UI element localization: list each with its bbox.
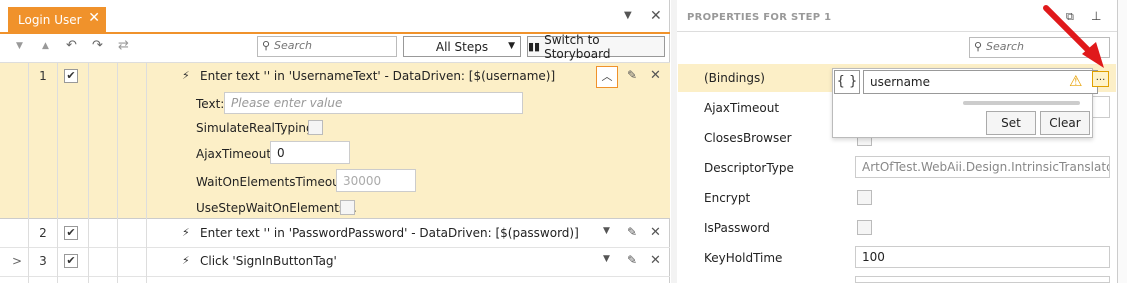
close-icon[interactable]: ✕ [88, 10, 100, 26]
chevron-down-icon: ▼ [508, 41, 515, 51]
tab-title: Login User [18, 12, 82, 27]
move-down-icon[interactable]: ▼ [16, 41, 23, 51]
edit-icon[interactable]: ✎ [627, 68, 637, 82]
delete-icon[interactable]: ✕ [650, 225, 661, 240]
wait-timeout-label: WaitOnElementsTimeout: [196, 175, 349, 189]
ajax-timeout-label: AjaxTimeout: [196, 147, 276, 161]
simulate-typing-label: SimulateRealTyping: [196, 121, 318, 135]
collapse-icon[interactable]: ︿ [596, 66, 618, 88]
ajax-timeout-value: 0 [277, 145, 285, 160]
step-row-2[interactable]: 2 ✔ ⚡ Enter text '' in 'PasswordPassword… [0, 219, 670, 247]
grid-line [88, 63, 89, 283]
ispassword-checkbox[interactable] [857, 220, 872, 235]
property-label-keyholdtime: KeyHoldTime [704, 251, 783, 265]
ajax-timeout-field[interactable]: 0 [270, 141, 350, 164]
set-button[interactable]: Set [986, 111, 1036, 135]
step-row-1[interactable]: 1 ✔ ⚡ Enter text '' in 'UsernameText' - … [0, 63, 670, 218]
property-label-encrypt: Encrypt [704, 191, 751, 205]
use-step-wait-label: UseStepWaitOnElements... [196, 201, 357, 215]
keyholdtime-value: 100 [862, 250, 885, 264]
descriptortype-value: ArtOfTest.WebAii.Design.IntrinsicTransla… [862, 160, 1109, 174]
grid-line [117, 63, 118, 283]
row-divider [0, 276, 670, 277]
step-number: 1 [39, 69, 47, 83]
step-enabled-checkbox[interactable]: ✔ [64, 254, 78, 268]
clear-button[interactable]: Clear [1040, 111, 1090, 135]
ellipsis-button[interactable]: ... [1092, 71, 1109, 87]
move-up-icon[interactable]: ▲ [42, 41, 49, 51]
action-icon: ⚡ [182, 69, 190, 82]
edit-icon[interactable]: ✎ [627, 253, 637, 267]
binding-value-field[interactable]: username [863, 70, 1098, 94]
use-step-wait-checkbox[interactable] [340, 200, 355, 215]
steps-search-input[interactable] [274, 39, 392, 52]
steps-filter-value: All Steps [435, 39, 489, 54]
action-icon: ⚡ [182, 254, 190, 267]
binding-popup: { } username Set Clear [832, 68, 1098, 138]
storyboard-label: Switch to Storyboard [544, 32, 611, 61]
delete-icon[interactable]: ✕ [650, 253, 661, 268]
edit-icon[interactable]: ✎ [627, 225, 637, 239]
step-number: 2 [39, 226, 47, 240]
property-label-ajaxtimeout: AjaxTimeout [704, 101, 780, 115]
simulate-typing-checkbox[interactable] [308, 120, 323, 135]
next-property-field[interactable] [855, 276, 1110, 283]
scrollbar[interactable] [963, 101, 1080, 105]
property-label-closesbrowser: ClosesBrowser [704, 131, 792, 145]
braces-icon[interactable]: { } [834, 70, 860, 94]
step-enabled-checkbox[interactable]: ✔ [64, 226, 78, 240]
steps-search-box[interactable]: ⚲ [257, 36, 397, 57]
current-step-icon: > [12, 254, 23, 268]
close-panel-icon[interactable]: ✕ [650, 8, 662, 24]
steps-filter-select[interactable]: All Steps ▼ [403, 36, 521, 57]
set-label: Set [1001, 116, 1021, 130]
expand-icon[interactable]: ▼ [603, 226, 610, 236]
redo-icon[interactable]: ↷ [92, 38, 103, 53]
step-number: 3 [39, 254, 47, 268]
encrypt-checkbox[interactable] [857, 190, 872, 205]
text-placeholder: Please enter value [231, 96, 343, 110]
tab-login-user[interactable]: Login User ✕ [8, 7, 106, 32]
property-label-descriptortype: DescriptorType [704, 161, 794, 175]
properties-title: PROPERTIES FOR STEP 1 [687, 12, 832, 23]
wait-timeout-value: 30000 [343, 173, 382, 188]
binding-value: username [870, 75, 930, 89]
clear-label: Clear [1049, 116, 1081, 130]
warning-icon: ⚠ [1069, 72, 1083, 90]
keyholdtime-field[interactable]: 100 [855, 246, 1110, 268]
expand-icon[interactable]: ▼ [603, 254, 610, 264]
dropdown-icon[interactable]: ▼ [624, 10, 632, 21]
undo-icon[interactable]: ↶ [66, 38, 77, 53]
step-row-3[interactable]: > 3 ✔ ⚡ Click 'SignInButtonTag' ▼ ✎ ✕ [0, 248, 670, 276]
text-field[interactable]: Please enter value [224, 92, 523, 114]
storyboard-icon: ▮▮ [528, 40, 541, 53]
property-label-bindings: (Bindings) [704, 71, 765, 85]
flow-icon[interactable]: ⇄ [118, 38, 129, 53]
delete-icon[interactable]: ✕ [650, 68, 661, 83]
red-arrow-icon [1043, 5, 1104, 68]
grid-line [28, 63, 29, 283]
ellipsis-label: ... [1095, 72, 1106, 83]
descriptortype-field[interactable]: ArtOfTest.WebAii.Design.IntrinsicTransla… [855, 156, 1110, 178]
property-label-ispassword: IsPassword [704, 221, 770, 235]
search-icon: ⚲ [974, 40, 983, 53]
action-icon: ⚡ [182, 226, 190, 239]
step-description: Enter text '' in 'UsernameText' - DataDr… [200, 69, 556, 83]
grid-line [57, 63, 58, 283]
grid-line [146, 63, 147, 283]
step-description: Enter text '' in 'PasswordPassword' - Da… [200, 226, 579, 240]
side-edge [1117, 0, 1127, 283]
wait-timeout-field[interactable]: 30000 [336, 169, 416, 192]
switch-storyboard-button[interactable]: ▮▮ Switch to Storyboard [527, 33, 665, 61]
step-description: Click 'SignInButtonTag' [200, 254, 337, 268]
text-label: Text: [196, 97, 225, 111]
step-enabled-checkbox[interactable]: ✔ [64, 69, 78, 83]
search-icon: ⚲ [262, 39, 271, 52]
